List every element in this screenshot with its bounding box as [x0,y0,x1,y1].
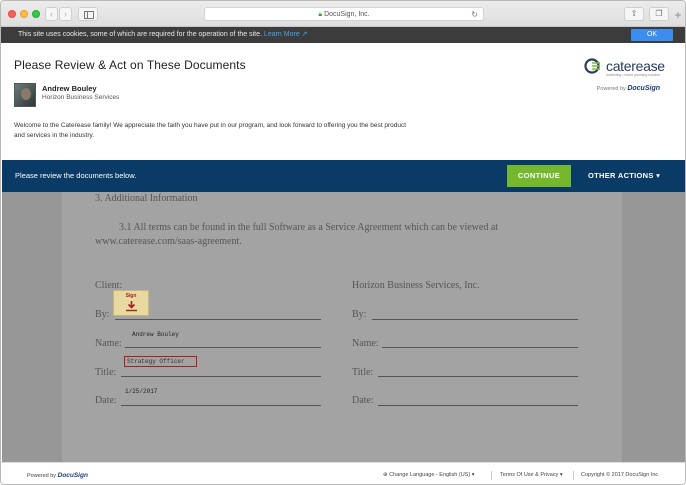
terms-privacy-menu[interactable]: Terms Of Use & Privacy ▾ [500,472,563,478]
name-line [125,347,321,348]
action-bar: Please review the documents below. CONTI… [2,160,685,192]
close-window-button[interactable] [8,10,16,18]
forward-button[interactable]: › [59,7,72,21]
footer: Powered by DocuSign ⊕ Change Language - … [1,462,685,484]
new-tab-button[interactable]: + [671,9,685,23]
welcome-message: Welcome to the Caterease family! We appr… [14,122,407,139]
signature-line-right [372,319,578,320]
name-label: Name: [95,338,122,349]
page-title: Please Review & Act on These Documents [14,58,246,72]
share-button[interactable]: ⇧ [624,7,644,21]
caret-down-icon: ▾ [471,472,475,478]
cookie-text: This site uses cookies, some of which ar… [18,31,262,38]
caret-down-icon: ▾ [559,472,563,478]
name-label-right: Name: [352,338,379,349]
review-message: Please review the documents below. [15,171,137,180]
date-label-right: Date: [352,395,374,406]
minimize-window-button[interactable] [20,10,28,18]
section-heading: 3. Additional Information [95,193,198,204]
back-button[interactable]: ‹ [45,7,58,21]
change-language-menu[interactable]: ⊕ Change Language - English (US) ▾ [383,472,474,478]
title-field[interactable]: Strategy Officer [124,356,197,367]
browser-window: ‹ › 🔒︎ DocuSign, Inc. ↻ ⇧ ❐ + This site u… [0,0,686,485]
by-label: By: [95,309,110,320]
avatar [14,83,36,107]
address-text: DocuSign, Inc. [324,11,370,18]
powered-by-docusign: Powered by DocuSign [596,85,660,92]
by-label-right: By: [352,309,367,320]
date-line [121,405,321,406]
reload-icon[interactable]: ↻ [471,8,478,21]
chevron-right-icon: › [64,9,67,19]
logo-wordmark: caterease [606,58,665,74]
sign-tag-label: Sign [125,293,137,299]
logo-tagline: marketing • event planning solution [606,73,661,77]
cookie-ok-button[interactable]: OK [631,29,673,41]
cookie-banner: This site uses cookies, some of which ar… [1,27,685,43]
caterease-logo: caterease marketing • event planning sol… [584,58,665,77]
other-actions-menu[interactable]: OTHER ACTIONS ▾ [588,171,660,180]
full-name-field[interactable]: Andrew Bouley [132,331,179,338]
name-line-right [382,347,578,348]
footer-divider [573,471,574,480]
sender-name: Andrew Bouley [42,84,97,93]
footer-powered-by: Powered by DocuSign [27,472,88,479]
date-label: Date: [95,395,117,406]
sign-here-tag[interactable]: Sign [113,290,149,316]
title-label-right: Title: [352,367,374,378]
plus-icon: + [674,8,682,22]
caret-down-icon: ▾ [656,171,661,180]
lock-icon: 🔒︎ [318,11,323,18]
continue-button[interactable]: CONTINUE [507,165,571,187]
zoom-window-button[interactable] [32,10,40,18]
download-arrow-icon [126,301,137,312]
date-signed-field: 1/25/2017 [125,388,158,395]
tabs-overview-button[interactable]: ❐ [649,7,669,21]
sidebar-toggle-button[interactable] [78,7,98,21]
caterease-logo-icon [584,58,600,74]
tabs-icon: ❐ [655,9,663,18]
chevron-left-icon: ‹ [50,9,53,19]
copyright: Copyright © 2017 DocuSign Inc. [581,472,660,478]
learn-more-link[interactable]: Learn More ↗ [264,31,308,38]
footer-divider [491,471,492,480]
title-line-right [378,376,578,377]
date-line-right [378,405,578,406]
sender-company: Horizon Business Services [42,94,120,101]
address-bar[interactable]: 🔒︎ DocuSign, Inc. ↻ [204,7,484,21]
title-label: Title: [95,367,117,378]
browser-toolbar: ‹ › 🔒︎ DocuSign, Inc. ↻ ⇧ ❐ + [1,1,685,27]
title-line [121,376,321,377]
globe-icon: ⊕ [383,472,388,478]
external-link-icon: ↗ [301,31,308,38]
clause-line-1: 3.1 All terms can be found in the full S… [119,222,499,233]
signature-line [115,319,321,320]
share-icon: ⇧ [630,9,638,18]
company-label: Horizon Business Services, Inc. [352,280,480,291]
clause-line-2: www.caterease.com/saas-agreement. [95,236,242,247]
